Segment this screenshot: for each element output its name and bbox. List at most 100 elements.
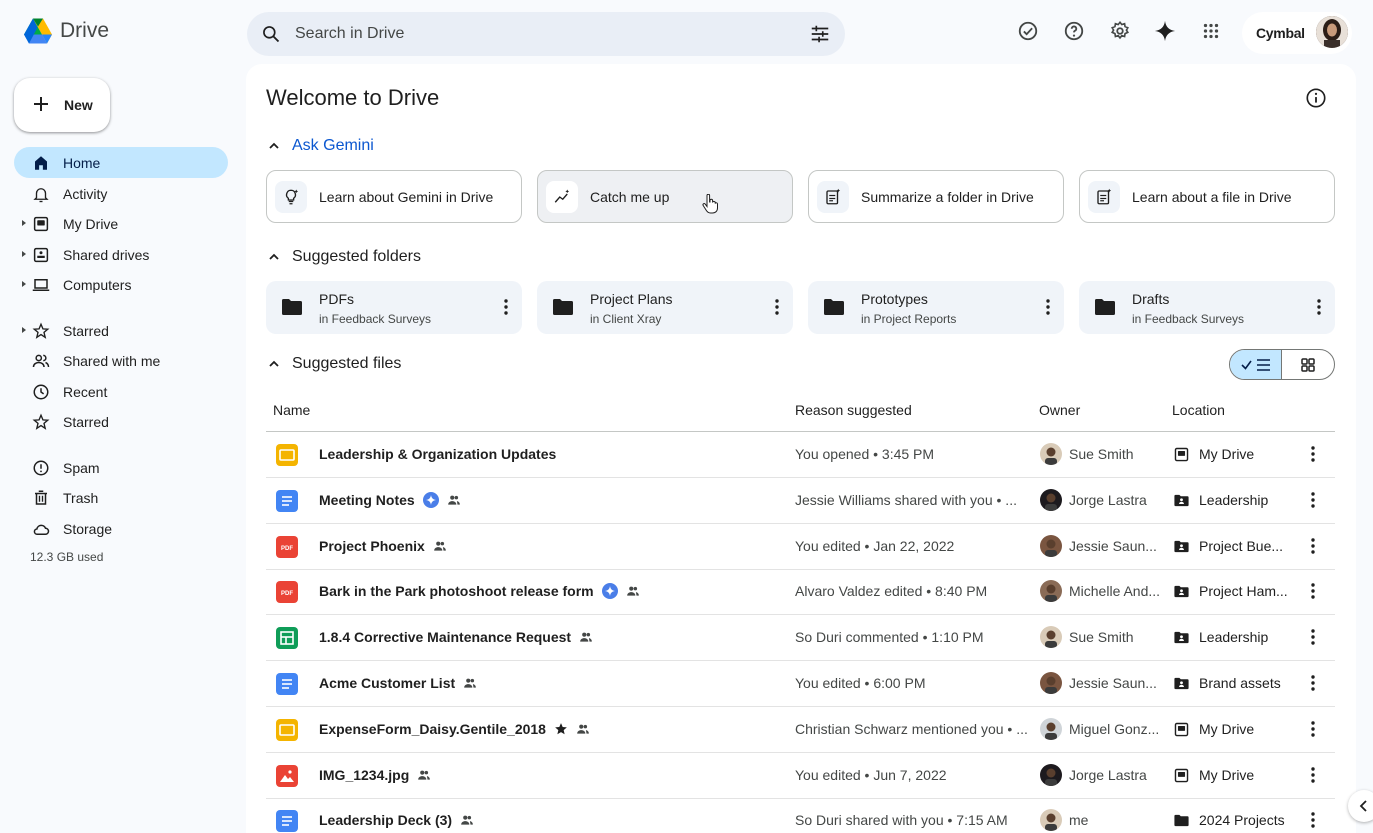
more-vert-icon[interactable] [1317, 299, 1321, 315]
expand-caret-icon[interactable] [22, 281, 26, 287]
table-row[interactable]: Meeting Notes Jessie Williams shared with… [266, 478, 1335, 524]
expand-caret-icon[interactable] [22, 220, 26, 226]
file-location[interactable]: Project Bue... [1199, 538, 1283, 554]
apps-grid-icon[interactable] [1200, 20, 1222, 42]
sidebar-item-my-drive[interactable]: My Drive [14, 208, 228, 239]
table-row[interactable]: ExpenseForm_Daisy.Gentile_2018 Christian … [266, 707, 1335, 753]
table-row[interactable]: 1.8.4 Corrective Maintenance Request So D… [266, 615, 1335, 662]
expand-caret-icon[interactable] [22, 327, 26, 333]
owner-avatar [1040, 534, 1062, 557]
table-row[interactable]: Leadership & Organization Updates You ope… [266, 432, 1335, 478]
check-list-icon [1240, 358, 1270, 371]
gemini-sparkle-icon[interactable] [1154, 20, 1176, 42]
search-bar[interactable] [247, 12, 845, 56]
folder-card[interactable]: Project Plans in Client Xray [537, 281, 793, 334]
table-row[interactable]: Leadership Deck (3) So Duri shared with y… [266, 798, 1335, 833]
reason-suggested: Alvaro Valdez edited • 8:40 PM [795, 583, 988, 600]
search-input[interactable] [295, 22, 775, 46]
list-view-button[interactable] [1230, 350, 1283, 379]
more-vert-icon[interactable] [1311, 812, 1315, 829]
ready-for-offline-icon[interactable] [1017, 20, 1039, 42]
more-vert-icon[interactable] [775, 299, 779, 315]
sidebar-item-trash[interactable]: Trash [14, 482, 228, 513]
sidebar-item-home[interactable]: Home [14, 147, 228, 178]
file-name-cell[interactable]: Leadership Deck (3) [319, 812, 474, 828]
more-vert-icon[interactable] [1311, 629, 1315, 645]
file-name-cell[interactable]: 1.8.4 Corrective Maintenance Request [319, 629, 593, 645]
table-row[interactable]: PDF Bark in the Park photoshoot release f… [266, 569, 1335, 616]
column-header-name[interactable]: Name [273, 402, 310, 418]
gemini-chip-summarize-folder[interactable]: Summarize a folder in Drive [808, 170, 1064, 223]
sidebar-item-activity[interactable]: Activity [14, 178, 228, 209]
gemini-chip-learn-gemini[interactable]: Learn about Gemini in Drive [266, 170, 522, 223]
sidebar-item-recent[interactable]: Recent [14, 376, 228, 407]
more-vert-icon[interactable] [1311, 675, 1315, 691]
new-button[interactable]: New [14, 78, 110, 132]
help-icon[interactable] [1063, 20, 1085, 42]
sidebar-item-shared-with-me[interactable]: Shared with me [14, 345, 228, 376]
account-switcher[interactable]: Cymbal [1242, 12, 1352, 54]
file-name-cell[interactable]: Acme Customer List [319, 675, 477, 691]
more-vert-icon[interactable] [1311, 537, 1315, 554]
table-row[interactable]: Acme Customer List You edited • 6:00 PM Je… [266, 661, 1335, 707]
owner-name: Miguel Gonz... [1069, 720, 1160, 737]
file-location[interactable]: My Drive [1199, 446, 1254, 462]
svg-text:PDF: PDF [281, 591, 293, 597]
sidebar-item-shared-drives[interactable]: Shared drives [14, 239, 228, 270]
user-avatar[interactable] [1316, 16, 1348, 48]
owner-name: Sue Smith [1069, 629, 1134, 646]
file-name-cell[interactable]: ExpenseForm_Daisy.Gentile_2018 [319, 721, 590, 737]
grid-view-button[interactable] [1282, 350, 1334, 379]
folder-card[interactable]: Drafts in Feedback Surveys [1079, 281, 1335, 334]
file-name-cell[interactable]: Bark in the Park photoshoot release form [319, 583, 640, 600]
gemini-chip-catch-me-up[interactable]: Catch me up [537, 170, 793, 223]
more-vert-icon[interactable] [1311, 446, 1315, 462]
settings-gear-icon[interactable] [1109, 20, 1131, 42]
more-vert-icon[interactable] [1311, 583, 1315, 600]
docs-file-icon [276, 489, 298, 512]
top-bar: Drive Search in Drive Cymbal [0, 0, 1373, 64]
search-options-icon[interactable] [809, 23, 831, 45]
sidebar-item-starred-expandable[interactable]: Starred [14, 315, 228, 346]
folder-card[interactable]: Prototypes in Project Reports [808, 281, 1064, 334]
file-name: Project Phoenix [319, 537, 425, 554]
more-vert-icon[interactable] [1311, 492, 1315, 508]
folder-card[interactable]: PDFs in Feedback Surveys [266, 281, 522, 334]
ask-gemini-toggle[interactable]: Ask Gemini [268, 137, 374, 155]
info-icon[interactable] [1305, 87, 1327, 109]
gemini-chip-learn-file[interactable]: Learn about a file in Drive [1079, 170, 1335, 223]
more-vert-icon[interactable] [1311, 766, 1315, 783]
file-location[interactable]: 2024 Projects [1199, 812, 1285, 828]
people-icon [32, 354, 50, 368]
file-location[interactable]: Project Ham... [1199, 583, 1288, 599]
drive-logo[interactable]: Drive [24, 18, 109, 44]
table-row[interactable]: PDF Project Phoenix You edited • Jan 22, 2… [266, 524, 1335, 570]
file-location[interactable]: Leadership [1199, 492, 1268, 508]
more-vert-icon[interactable] [1046, 299, 1050, 315]
file-location[interactable]: My Drive [1199, 767, 1254, 783]
file-location[interactable]: Leadership [1199, 629, 1268, 645]
drive-logo-icon [24, 18, 52, 44]
file-name-cell[interactable]: Project Phoenix [319, 538, 447, 554]
search-icon[interactable] [261, 24, 281, 44]
file-name-cell[interactable]: Meeting Notes [319, 491, 461, 508]
table-row[interactable]: IMG_1234.jpg You edited • Jun 7, 2022 Jorg… [266, 753, 1335, 799]
expand-caret-icon[interactable] [22, 251, 26, 257]
sidebar-item-starred[interactable]: Starred [14, 406, 228, 437]
more-vert-icon[interactable] [504, 299, 508, 315]
file-name-cell[interactable]: IMG_1234.jpg [319, 767, 431, 783]
sidebar-item-storage[interactable]: Storage [14, 513, 228, 544]
file-location[interactable]: Brand assets [1199, 675, 1281, 691]
sidebar-item-computers[interactable]: Computers [14, 269, 228, 300]
suggested-folders-toggle[interactable]: Suggested folders [268, 248, 421, 266]
sidebar-item-spam[interactable]: Spam [14, 452, 228, 483]
file-name-cell[interactable]: Leadership & Organization Updates [319, 446, 556, 462]
grid-view-icon [1301, 357, 1315, 372]
chip-label: Summarize a folder in Drive [861, 189, 1034, 205]
folder-location: in Client Xray [590, 312, 662, 326]
section-label: Ask Gemini [292, 137, 374, 154]
more-vert-icon[interactable] [1311, 721, 1315, 737]
suggested-files-toggle[interactable]: Suggested files [268, 355, 401, 373]
collapse-side-panel-button[interactable] [1348, 790, 1373, 822]
file-location[interactable]: My Drive [1199, 721, 1254, 737]
